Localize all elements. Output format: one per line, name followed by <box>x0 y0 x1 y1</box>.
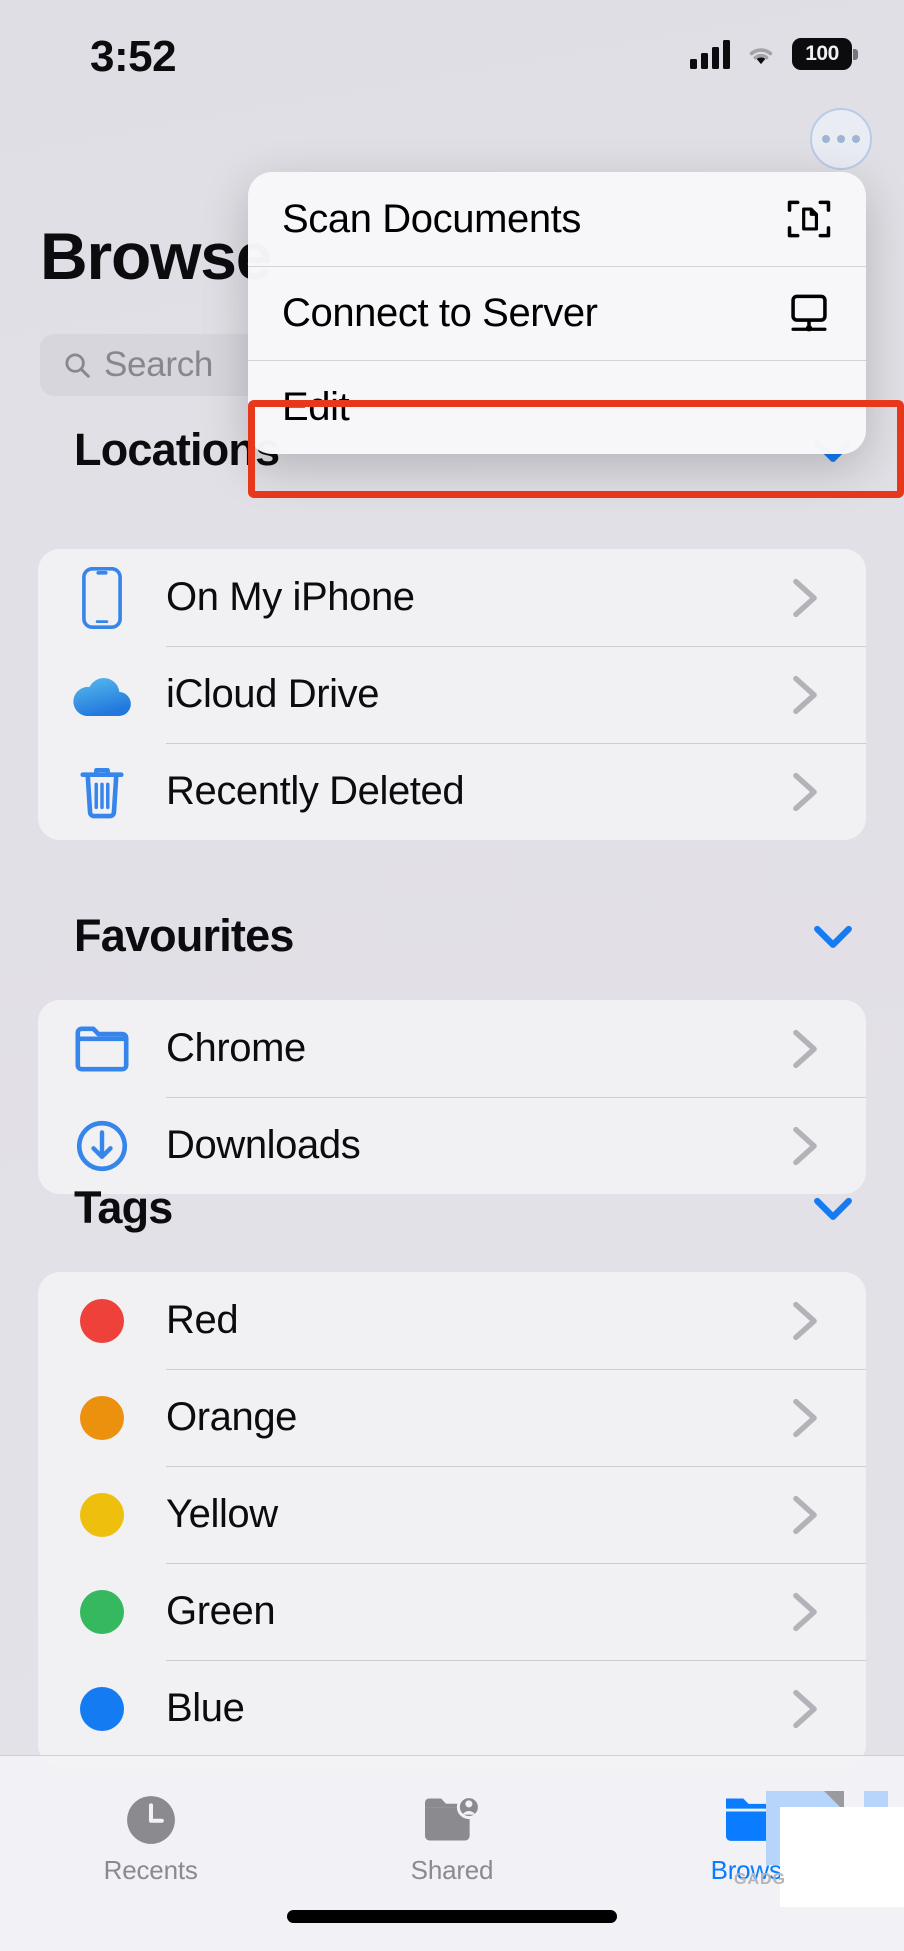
favourites-card: Chrome Downloads <box>38 1000 866 1194</box>
list-item[interactable]: Chrome <box>38 1000 866 1097</box>
ellipsis-dot <box>852 135 860 143</box>
list-item-label: Downloads <box>166 1123 361 1167</box>
wifi-icon <box>749 48 773 65</box>
ellipsis-dot <box>837 135 845 143</box>
status-bar: 3:52 100 <box>0 0 904 112</box>
chevron-right-icon <box>793 578 817 617</box>
document-scanner-icon <box>787 200 831 238</box>
home-indicator <box>287 1910 617 1923</box>
list-item-label: Chrome <box>166 1026 306 1070</box>
section-header-favourites[interactable]: Favourites <box>0 910 904 962</box>
page-title: Browse <box>40 219 272 293</box>
section-header-tags[interactable]: Tags <box>0 1182 904 1234</box>
watermark-logo: GADG <box>704 1785 904 1907</box>
color-dot-icon <box>38 1492 166 1537</box>
list-item[interactable]: Green <box>38 1563 866 1660</box>
status-bar-clock: 3:52 <box>90 32 177 81</box>
color-dot-icon <box>38 1395 166 1440</box>
list-item-label: On My iPhone <box>166 575 415 619</box>
folder-outline-icon <box>38 1025 166 1073</box>
clock-icon <box>124 1793 178 1847</box>
menu-item-label: Connect to Server <box>282 290 598 335</box>
chevron-right-icon <box>793 1592 817 1631</box>
status-bar-indicators: 100 <box>690 38 858 70</box>
chevron-right-icon <box>793 1126 817 1165</box>
tag-color-swatch <box>80 1589 124 1634</box>
list-item[interactable]: iCloud Drive <box>38 646 866 743</box>
tag-color-swatch <box>80 1298 124 1343</box>
tags-card: Red Orange Yellow Green Blue <box>38 1272 866 1767</box>
color-dot-icon <box>38 1298 166 1343</box>
search-placeholder: Search <box>104 345 214 384</box>
more-options-button[interactable] <box>810 108 872 170</box>
phone-screen: 3:52 100 Browse Search Locations On My i… <box>0 0 904 1951</box>
color-dot-icon <box>38 1589 166 1634</box>
tag-color-swatch <box>80 1492 124 1537</box>
list-item-label: Yellow <box>166 1492 278 1536</box>
list-item-label: Red <box>166 1298 239 1342</box>
folder-person-icon <box>422 1793 482 1847</box>
section-title: Favourites <box>74 910 294 961</box>
list-item-label: iCloud Drive <box>166 672 380 716</box>
chevron-down-icon[interactable] <box>812 922 854 950</box>
trash-icon <box>38 763 166 821</box>
ellipsis-dot <box>822 135 830 143</box>
list-item[interactable]: Red <box>38 1272 866 1369</box>
menu-item-connect-to-server[interactable]: Connect to Server <box>248 266 866 360</box>
watermark-mask <box>780 1807 904 1907</box>
tag-color-swatch <box>80 1395 124 1440</box>
chevron-right-icon <box>793 1029 817 1068</box>
download-circle-icon <box>38 1119 166 1173</box>
list-item[interactable]: Recently Deleted <box>38 743 866 840</box>
list-item-label: Green <box>166 1589 276 1633</box>
display-monitor-icon <box>791 294 827 332</box>
context-menu: Scan Documents Connect to Server Edit <box>248 172 866 454</box>
tab-label: Shared <box>410 1854 494 1885</box>
chevron-right-icon <box>793 1398 817 1437</box>
chevron-right-icon <box>793 1301 817 1340</box>
tab-label: Recents <box>103 1854 198 1885</box>
list-item[interactable]: On My iPhone <box>38 549 866 646</box>
color-dot-icon <box>38 1686 166 1731</box>
menu-item-edit[interactable]: Edit <box>248 360 866 454</box>
tab-shared[interactable]: Shared <box>301 1756 602 1906</box>
section-title: Tags <box>74 1182 173 1233</box>
chevron-right-icon <box>793 1689 817 1728</box>
battery-full-icon: 100 <box>792 38 858 70</box>
chevron-right-icon <box>793 772 817 811</box>
search-icon <box>65 353 90 378</box>
menu-item-label: Scan Documents <box>282 196 581 241</box>
icloud-cloud-icon <box>38 670 166 720</box>
chevron-right-icon <box>793 1495 817 1534</box>
menu-item-scan-documents[interactable]: Scan Documents <box>248 172 866 266</box>
list-item[interactable]: Yellow <box>38 1466 866 1563</box>
list-item-label: Blue <box>166 1686 245 1730</box>
list-item-label: Recently Deleted <box>166 769 465 813</box>
battery-percent-label: 100 <box>805 42 839 65</box>
menu-item-label: Edit <box>282 384 350 429</box>
list-item[interactable]: Downloads <box>38 1097 866 1194</box>
tag-color-swatch <box>80 1686 124 1731</box>
locations-card: On My iPhone iCloud Drive Recently Delet… <box>38 549 866 840</box>
list-item[interactable]: Orange <box>38 1369 866 1466</box>
cellular-bars-icon <box>690 39 730 69</box>
chevron-right-icon <box>793 675 817 714</box>
list-item[interactable]: Blue <box>38 1660 866 1757</box>
watermark-text: GADG <box>734 1871 786 1888</box>
tab-recents[interactable]: Recents <box>0 1756 301 1906</box>
iphone-icon <box>38 566 166 630</box>
chevron-down-icon[interactable] <box>812 1194 854 1222</box>
list-item-label: Orange <box>166 1395 298 1439</box>
